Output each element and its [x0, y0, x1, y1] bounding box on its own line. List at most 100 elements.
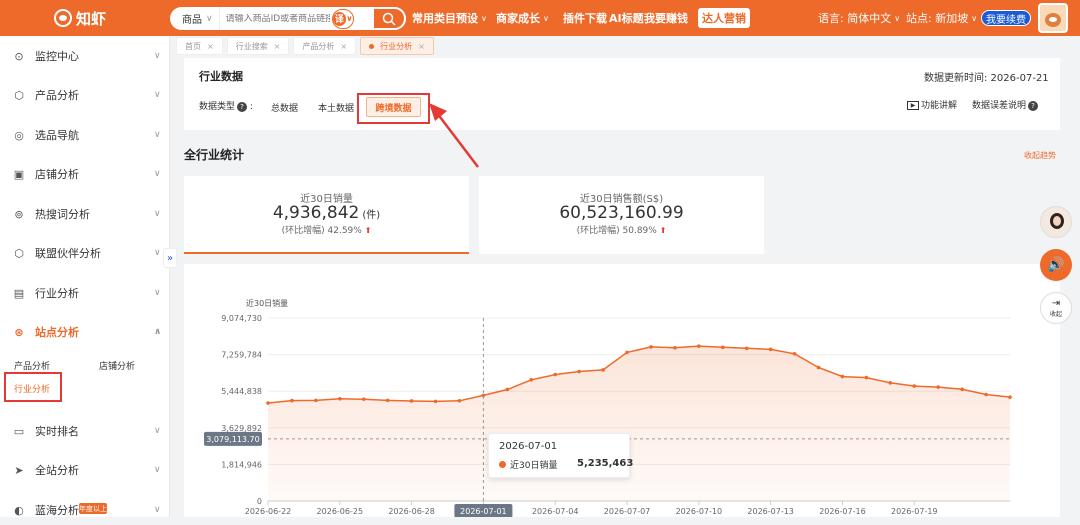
nav-earn-money[interactable]: 我要赚钱	[644, 0, 688, 36]
translate-icon: 译	[332, 11, 347, 26]
search-category-select[interactable]: 商品 ∨	[170, 7, 220, 30]
error-link[interactable]: 数据误差说明?	[972, 98, 1039, 111]
data-point	[840, 374, 845, 379]
kpi-value: 60,523,160.99	[479, 203, 764, 223]
sidebar-item-selection[interactable]: ◎ 选品导航 ∨	[0, 120, 170, 150]
tab-home[interactable]: 首页 ×	[176, 37, 223, 55]
nav-ai-title[interactable]: AI标题	[609, 0, 644, 36]
data-point	[768, 347, 773, 352]
tab-industry-analysis[interactable]: 行业分析 ×	[360, 37, 434, 55]
data-point	[457, 398, 462, 403]
influencer-marketing-button[interactable]: 达人营销	[698, 8, 750, 28]
type-cross-border-button[interactable]: 跨境数据	[366, 97, 421, 117]
type-total-button[interactable]: 总数据	[271, 101, 298, 114]
chevron-down-icon: ∨	[154, 288, 161, 298]
kpi-growth-value: 42.59%	[327, 226, 362, 236]
customer-service-avatar[interactable]	[1040, 206, 1072, 238]
kpi-card-sales-amount[interactable]: 近30日销售额(S$) 60,523,160.99 (环比增幅) 50.89% …	[479, 176, 764, 254]
sidebar-item-ranking[interactable]: ▭ 实时排名 ∨	[0, 416, 170, 446]
x-tick-label: 2026-07-10	[676, 507, 723, 516]
sidebar-item-product[interactable]: ⬡ 产品分析 ∨	[0, 80, 170, 110]
translate-toggle[interactable]: 译 ∨	[331, 8, 354, 29]
sidebar-item-all-site[interactable]: ➤ 全站分析 ∨	[0, 455, 170, 485]
tab-product-analysis[interactable]: 产品分析 ×	[293, 37, 357, 55]
site-label: 站点: 新加坡	[906, 12, 969, 25]
search-category-label: 商品	[182, 15, 202, 26]
data-point	[1008, 395, 1012, 399]
feature-link[interactable]: ▶ 功能讲解	[907, 98, 957, 111]
tab-industry-search[interactable]: 行业搜索 ×	[226, 37, 290, 55]
sidebar-sub-industry[interactable]: 行业分析	[4, 372, 62, 402]
tooltip-value: 5,235,463	[577, 458, 634, 469]
data-type-label: 数据类型?:	[199, 101, 254, 112]
kpi-value-number: 60,523,160.99	[559, 203, 684, 223]
sidebar-item-label: 监控中心	[35, 50, 79, 63]
industry-icon: ▤	[13, 286, 25, 300]
sidebar: ⊙ 监控中心 ∨ ⬡ 产品分析 ∨ ◎ 选品导航 ∨ ▣ 店铺分析 ∨ ⊚ 热搜词分析 ∨ ⬡ 联盟伙…	[0, 36, 170, 517]
y-tick-label: 9,074,730	[221, 314, 262, 323]
chevron-down-icon: ∨	[971, 13, 978, 23]
renew-button[interactable]: 我要续费	[981, 10, 1031, 26]
x-tick-label: 2026-07-07	[604, 507, 651, 516]
nav-plugin-download[interactable]: 插件下载	[563, 0, 607, 36]
sidebar-item-partner[interactable]: ⬡ 联盟伙伴分析 ∨	[0, 238, 170, 268]
x-tick-label: 2026-07-19	[891, 507, 938, 516]
box-icon: ⬡	[14, 88, 24, 102]
sidebar-item-label: 选品导航	[35, 129, 79, 142]
data-point	[433, 399, 438, 404]
industry-data-title: 行业数据	[199, 70, 243, 83]
kpi-growth-label: (环比增幅)	[576, 226, 620, 236]
user-avatar[interactable]	[1038, 3, 1068, 33]
search-button[interactable]	[372, 7, 406, 30]
sidebar-item-store[interactable]: ▣ 店铺分析 ∨	[0, 159, 170, 189]
nav-merchant-growth[interactable]: 商家成长 ∨	[496, 0, 549, 36]
data-point	[888, 381, 893, 385]
search-input[interactable]	[219, 13, 330, 24]
annotation-arrow	[429, 103, 479, 168]
speaker-icon[interactable]: 🔊	[1040, 249, 1072, 281]
data-point	[338, 396, 342, 401]
tooltip-series: 近30日销量	[510, 461, 558, 471]
collapse-float-button[interactable]: ⇥ 收起	[1040, 292, 1072, 324]
sidebar-item-hot-search[interactable]: ⊚ 热搜词分析 ∨	[0, 199, 170, 229]
feature-icon: ▶	[907, 101, 919, 110]
plan-badge: 年度以上	[79, 503, 107, 514]
site-select[interactable]: 站点: 新加坡 ∨	[906, 0, 977, 36]
sidebar-item-industry[interactable]: ▤ 行业分析 ∨	[0, 278, 170, 308]
close-icon[interactable]: ×	[274, 42, 281, 51]
chevron-down-icon: ∨	[894, 13, 901, 23]
type-local-button[interactable]: 本土数据	[318, 101, 354, 114]
y-axis-label: 近30日销量	[246, 298, 288, 308]
store-icon: ▣	[13, 167, 25, 181]
chevron-down-icon: ∨	[346, 14, 353, 23]
chevron-down-icon: ∨	[154, 130, 161, 140]
page-tabs: 首页 × 行业搜索 × 产品分析 × 行业分析 ×	[176, 37, 434, 57]
close-icon[interactable]: ×	[340, 42, 347, 51]
language-select[interactable]: 语言: 简体中文 ∨	[818, 0, 900, 36]
close-icon[interactable]: ×	[418, 42, 425, 51]
help-icon[interactable]: ?	[237, 101, 248, 112]
nav-category-preset[interactable]: 常用类目预设 ∨	[412, 0, 487, 36]
data-point	[792, 351, 797, 356]
data-point	[720, 345, 725, 350]
close-icon[interactable]: ×	[207, 42, 214, 51]
nav-label: 插件下载	[563, 12, 607, 25]
sales-trend-chart[interactable]: 近30日销量 9,074,730 7,259,784 5,444,838 3,629,8…	[184, 264, 1060, 517]
kpi-card-sales-volume[interactable]: 近30日销量 4,936,842 (件) (环比增幅) 42.59% ⬆	[184, 176, 469, 254]
y-tick-label: 3,629,892	[221, 424, 262, 433]
sidebar-sub-store[interactable]: 店铺分析	[99, 359, 135, 372]
kpi-unit: (件)	[362, 210, 381, 221]
collapse-trend-link[interactable]: 收起趋势	[1024, 150, 1056, 161]
sidebar-collapse-button[interactable]: »	[163, 248, 177, 268]
sidebar-item-site[interactable]: ⊛ 站点分析 ∧	[0, 317, 170, 347]
sidebar-sub-product[interactable]: 产品分析	[14, 359, 50, 372]
x-tick-label: 2026-07-13	[747, 507, 794, 516]
y-tick-label: 1,814,946	[221, 460, 262, 469]
sidebar-item-monitor[interactable]: ⊙ 监控中心 ∨	[0, 41, 170, 71]
tab-label: 产品分析	[302, 41, 335, 51]
compass-icon: ◎	[14, 128, 24, 142]
logo[interactable]: 知虾	[54, 5, 108, 31]
sidebar-item-label: 行业分析	[35, 287, 79, 300]
data-point	[864, 375, 869, 380]
chevron-down-icon: ∨	[154, 169, 161, 179]
